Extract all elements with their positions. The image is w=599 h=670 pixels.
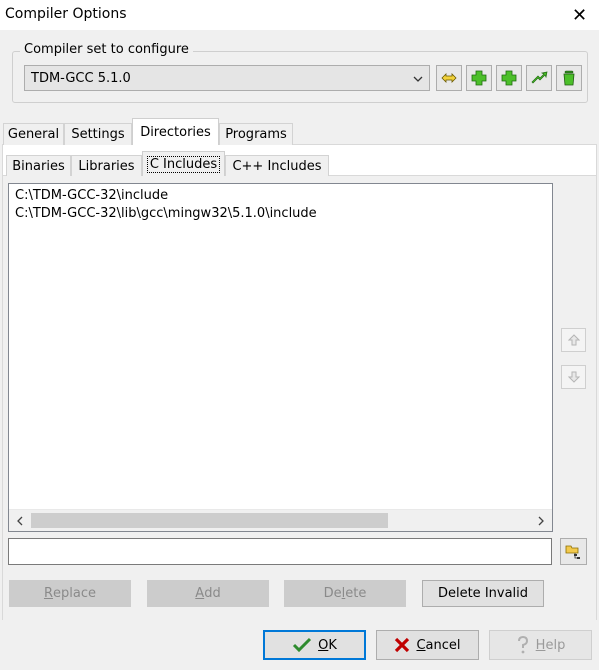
compiler-set-select[interactable]: TDM-GCC 5.1.0 xyxy=(24,65,430,91)
checkmark-icon xyxy=(293,637,312,653)
replace-button[interactable]: Replace xyxy=(9,580,131,607)
button-label: ete xyxy=(345,586,367,601)
tab-label: Settings xyxy=(71,127,125,142)
tab-programs[interactable]: Programs xyxy=(219,123,293,145)
compiler-set-legend: Compiler set to configure xyxy=(20,42,193,57)
mnemonic: C xyxy=(416,637,426,653)
mnemonic: H xyxy=(535,637,546,653)
tab-label: Programs xyxy=(225,127,287,142)
window-title: Compiler Options xyxy=(5,6,127,22)
move-up-button[interactable] xyxy=(561,328,586,352)
cross-icon xyxy=(395,637,410,653)
copy-compiler-set-button[interactable] xyxy=(526,65,552,91)
add-compiler-set-button[interactable] xyxy=(466,65,492,91)
compiler-set-value: TDM-GCC 5.1.0 xyxy=(31,70,131,86)
add-icon xyxy=(471,70,487,86)
add-button[interactable]: Add xyxy=(147,580,269,607)
browse-folder-button[interactable] xyxy=(560,538,587,565)
delete-compiler-set-button[interactable] xyxy=(556,65,582,91)
tab-binaries[interactable]: Binaries xyxy=(6,155,71,176)
ok-button[interactable]: OK xyxy=(263,630,366,660)
tab-label: General xyxy=(7,127,60,142)
tab-libraries[interactable]: Libraries xyxy=(71,155,142,176)
move-down-button[interactable] xyxy=(561,365,586,389)
close-icon: ✕ xyxy=(571,4,588,26)
delete-invalid-button[interactable]: Delete Invalid xyxy=(422,580,544,607)
mnemonic: R xyxy=(43,586,54,601)
tab-directories[interactable]: Directories xyxy=(132,118,219,145)
button-label: elp xyxy=(545,637,566,653)
horizontal-scrollbar[interactable] xyxy=(9,509,552,531)
path-input[interactable] xyxy=(8,538,552,565)
include-path-list[interactable]: C:\TDM-GCC-32\include C:\TDM-GCC-32\lib\… xyxy=(8,183,553,532)
mnemonic: O xyxy=(318,637,329,653)
tab-cpp-includes[interactable]: C++ Includes xyxy=(225,155,329,176)
tab-general[interactable]: General xyxy=(3,123,64,145)
button-label: De xyxy=(323,586,342,601)
trash-icon xyxy=(563,70,575,86)
arrow-down-icon xyxy=(567,371,580,383)
button-label: dd xyxy=(204,586,221,601)
list-item[interactable]: C:\TDM-GCC-32\include xyxy=(9,187,552,205)
help-button[interactable]: Help xyxy=(489,630,592,660)
mnemonic: A xyxy=(195,586,205,601)
rename-compiler-set-button[interactable] xyxy=(436,65,462,91)
scroll-right-icon[interactable] xyxy=(530,510,552,532)
button-label: Delete Invalid xyxy=(437,586,529,601)
chevron-down-icon xyxy=(407,72,429,85)
tab-c-includes[interactable]: C Includes xyxy=(142,151,225,176)
list-item[interactable]: C:\TDM-GCC-32\lib\gcc\mingw32\5.1.0\incl… xyxy=(9,205,552,223)
delete-button[interactable]: De l ete xyxy=(284,580,406,607)
copy-icon xyxy=(531,71,548,84)
cancel-button[interactable]: Cancel xyxy=(376,630,479,660)
close-button[interactable]: ✕ xyxy=(560,0,599,30)
add-compiler-set-folder-button[interactable] xyxy=(496,65,522,91)
scroll-left-icon[interactable] xyxy=(9,510,31,532)
tab-label: Binaries xyxy=(12,158,65,174)
tab-label: Libraries xyxy=(78,158,135,174)
tab-label: C Includes xyxy=(146,155,221,173)
scroll-thumb[interactable] xyxy=(31,513,388,528)
tab-label: C++ Includes xyxy=(232,158,322,174)
arrow-up-icon xyxy=(567,334,580,346)
add-icon xyxy=(501,70,517,86)
button-label: eplace xyxy=(53,586,97,601)
folder-tree-icon xyxy=(565,545,580,559)
tab-settings[interactable]: Settings xyxy=(64,123,132,145)
help-icon xyxy=(517,636,528,654)
button-label: ancel xyxy=(425,637,461,653)
tab-label: Directories xyxy=(140,124,211,140)
title-bar: Compiler Options ✕ xyxy=(0,0,599,30)
button-label: K xyxy=(328,637,337,653)
rename-icon xyxy=(441,73,457,83)
